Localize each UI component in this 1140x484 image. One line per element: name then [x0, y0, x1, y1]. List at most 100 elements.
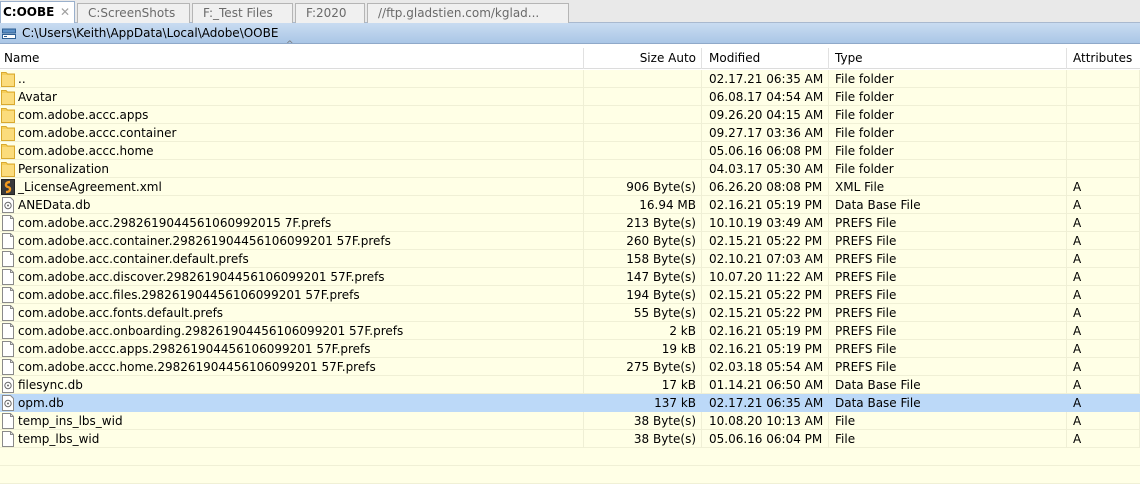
column-modified[interactable]: Modified [702, 48, 829, 69]
file-size: 2 kB [584, 322, 702, 340]
file-attributes [1067, 88, 1140, 106]
file-size: 194 Byte(s) [584, 286, 702, 304]
file-modified: 02.15.21 05:22 PM [702, 286, 829, 304]
file-attributes: A [1067, 286, 1140, 304]
file-type: XML File [829, 178, 1067, 196]
file-size: 906 Byte(s) [584, 178, 702, 196]
table-row[interactable]: com.adobe.acc.2982619044561060992015 7F.… [0, 214, 1140, 232]
tab-f-test-files[interactable]: F:_Test Files [192, 3, 293, 23]
tab-f-2020[interactable]: F:2020 [295, 3, 365, 23]
table-row[interactable]: temp_lbs_wid 38 Byte(s) 05.06.16 06:04 PM F… [0, 430, 1140, 448]
file-attributes: A [1067, 196, 1140, 214]
file-name-cell: com.adobe.accc.home [0, 142, 584, 160]
table-row[interactable]: temp_ins_lbs_wid 38 Byte(s) 10.08.20 10:13… [0, 412, 1140, 430]
table-row[interactable]: com.adobe.acc.discover.29826190445610609… [0, 268, 1140, 286]
file-type: PREFS File [829, 232, 1067, 250]
column-name[interactable]: Name [0, 48, 584, 69]
file-type: File [829, 430, 1067, 448]
table-row[interactable]: com.adobe.accc.home 05.06.16 06:08 PM File… [0, 142, 1140, 160]
file-type: PREFS File [829, 214, 1067, 232]
file-name-cell: com.adobe.acc.files.29826190445610609920… [0, 286, 584, 304]
empty-row [0, 448, 1140, 466]
file-name: temp_lbs_wid [18, 432, 100, 446]
file-size: 38 Byte(s) [584, 430, 702, 448]
file-attributes [1067, 106, 1140, 124]
file-type: File folder [829, 88, 1067, 106]
file-attributes: A [1067, 178, 1140, 196]
tab-bar: C:OOBE ✕ C:ScreenShots F:_Test Files F:2… [0, 0, 1140, 23]
tab-label: F:_Test Files [203, 6, 273, 20]
file-name: temp_ins_lbs_wid [18, 414, 123, 428]
file-name: com.adobe.acc.onboarding.298261904456106… [18, 324, 404, 338]
tab-label: F:2020 [306, 6, 347, 20]
file-name: ANEData.db [18, 198, 91, 212]
file-type: File [829, 412, 1067, 430]
file-size: 275 Byte(s) [584, 358, 702, 376]
file-attributes [1067, 124, 1140, 142]
column-header: Name Size Auto Modified Type Attributes [0, 48, 1140, 69]
tab-c-screenshots[interactable]: C:ScreenShots [77, 3, 190, 23]
file-attributes: A [1067, 214, 1140, 232]
tab-label: //ftp.gladstien.com/kglad... [378, 6, 540, 20]
column-size[interactable]: Size Auto [584, 48, 702, 69]
table-row[interactable]: .. 02.17.21 06:35 AM File folder [0, 70, 1140, 88]
file-size [584, 106, 702, 124]
table-row[interactable]: Personalization 04.03.17 05:30 AM File fol… [0, 160, 1140, 178]
table-row[interactable]: com.adobe.acc.onboarding.298261904456106… [0, 322, 1140, 340]
file-attributes [1067, 142, 1140, 160]
table-row[interactable]: com.adobe.accc.apps.29826190445610609920… [0, 340, 1140, 358]
file-attributes: A [1067, 430, 1140, 448]
table-row[interactable]: com.adobe.accc.home.29826190445610609920… [0, 358, 1140, 376]
tab-c-oobe[interactable]: C:OOBE ✕ [0, 1, 75, 23]
file-type: Data Base File [829, 196, 1067, 214]
close-icon[interactable]: ✕ [60, 2, 70, 22]
file-modified: 02.16.21 05:19 PM [702, 322, 829, 340]
table-row[interactable]: com.adobe.acc.container.default.prefs 158… [0, 250, 1140, 268]
file-name-cell: com.adobe.accc.container [0, 124, 584, 142]
table-row[interactable]: filesync.db 17 kB 01.14.21 06:50 AM Data Ba… [0, 376, 1140, 394]
file-attributes [1067, 70, 1140, 88]
current-path: C:\Users\Keith\AppData\Local\Adobe\OOBE [22, 26, 279, 40]
file-name-cell: com.adobe.acc.fonts.default.prefs [0, 304, 584, 322]
file-name: com.adobe.accc.apps.29826190445610609920… [18, 342, 371, 356]
address-bar[interactable]: C:\Users\Keith\AppData\Local\Adobe\OOBE [0, 23, 1140, 44]
file-modified: 02.17.21 06:35 AM [702, 394, 829, 412]
table-row[interactable]: com.adobe.acc.files.29826190445610609920… [0, 286, 1140, 304]
file-size: 16.94 MB [584, 196, 702, 214]
table-row[interactable]: com.adobe.accc.container 09.27.17 03:36 A… [0, 124, 1140, 142]
file-name-cell: filesync.db [0, 376, 584, 394]
file-name: com.adobe.accc.apps [18, 108, 149, 122]
file-name-cell: com.adobe.acc.container.2982619044561060… [0, 232, 584, 250]
table-row[interactable]: com.adobe.acc.fonts.default.prefs 55 Byte… [0, 304, 1140, 322]
file-type: File folder [829, 70, 1067, 88]
file-modified: 02.10.21 07:03 AM [702, 250, 829, 268]
file-type: PREFS File [829, 340, 1067, 358]
file-size: 213 Byte(s) [584, 214, 702, 232]
table-row[interactable]: ANEData.db 16.94 MB 02.16.21 05:19 PM Data … [0, 196, 1140, 214]
file-size: 147 Byte(s) [584, 268, 702, 286]
column-attributes[interactable]: Attributes [1067, 48, 1140, 69]
table-row[interactable]: com.adobe.accc.apps 09.26.20 04:15 AM File… [0, 106, 1140, 124]
file-modified: 05.06.16 06:08 PM [702, 142, 829, 160]
file-type: PREFS File [829, 250, 1067, 268]
file-size: 260 Byte(s) [584, 232, 702, 250]
column-type[interactable]: Type [829, 48, 1067, 69]
file-attributes: A [1067, 232, 1140, 250]
table-row[interactable]: Avatar 06.08.17 04:54 AM File folder [0, 88, 1140, 106]
file-name-cell: Avatar [0, 88, 584, 106]
table-row[interactable]: opm.db 137 kB 02.17.21 06:35 AM Data Base F… [0, 394, 1140, 412]
tab-label: C:ScreenShots [88, 6, 176, 20]
file-name-cell: com.adobe.acc.container.default.prefs [0, 250, 584, 268]
file-modified: 01.14.21 06:50 AM [702, 376, 829, 394]
table-row[interactable]: com.adobe.acc.container.2982619044561060… [0, 232, 1140, 250]
file-size [584, 142, 702, 160]
file-size [584, 88, 702, 106]
drive-icon [2, 28, 16, 39]
file-modified: 04.03.17 05:30 AM [702, 160, 829, 178]
file-name: _LicenseAgreement.xml [18, 180, 162, 194]
file-name: com.adobe.acc.files.29826190445610609920… [18, 288, 360, 302]
file-attributes: A [1067, 340, 1140, 358]
tab-ftp-gladstien[interactable]: //ftp.gladstien.com/kglad... [367, 3, 569, 23]
table-row[interactable]: _LicenseAgreement.xml 906 Byte(s) 06.26.20… [0, 178, 1140, 196]
file-type: File folder [829, 160, 1067, 178]
